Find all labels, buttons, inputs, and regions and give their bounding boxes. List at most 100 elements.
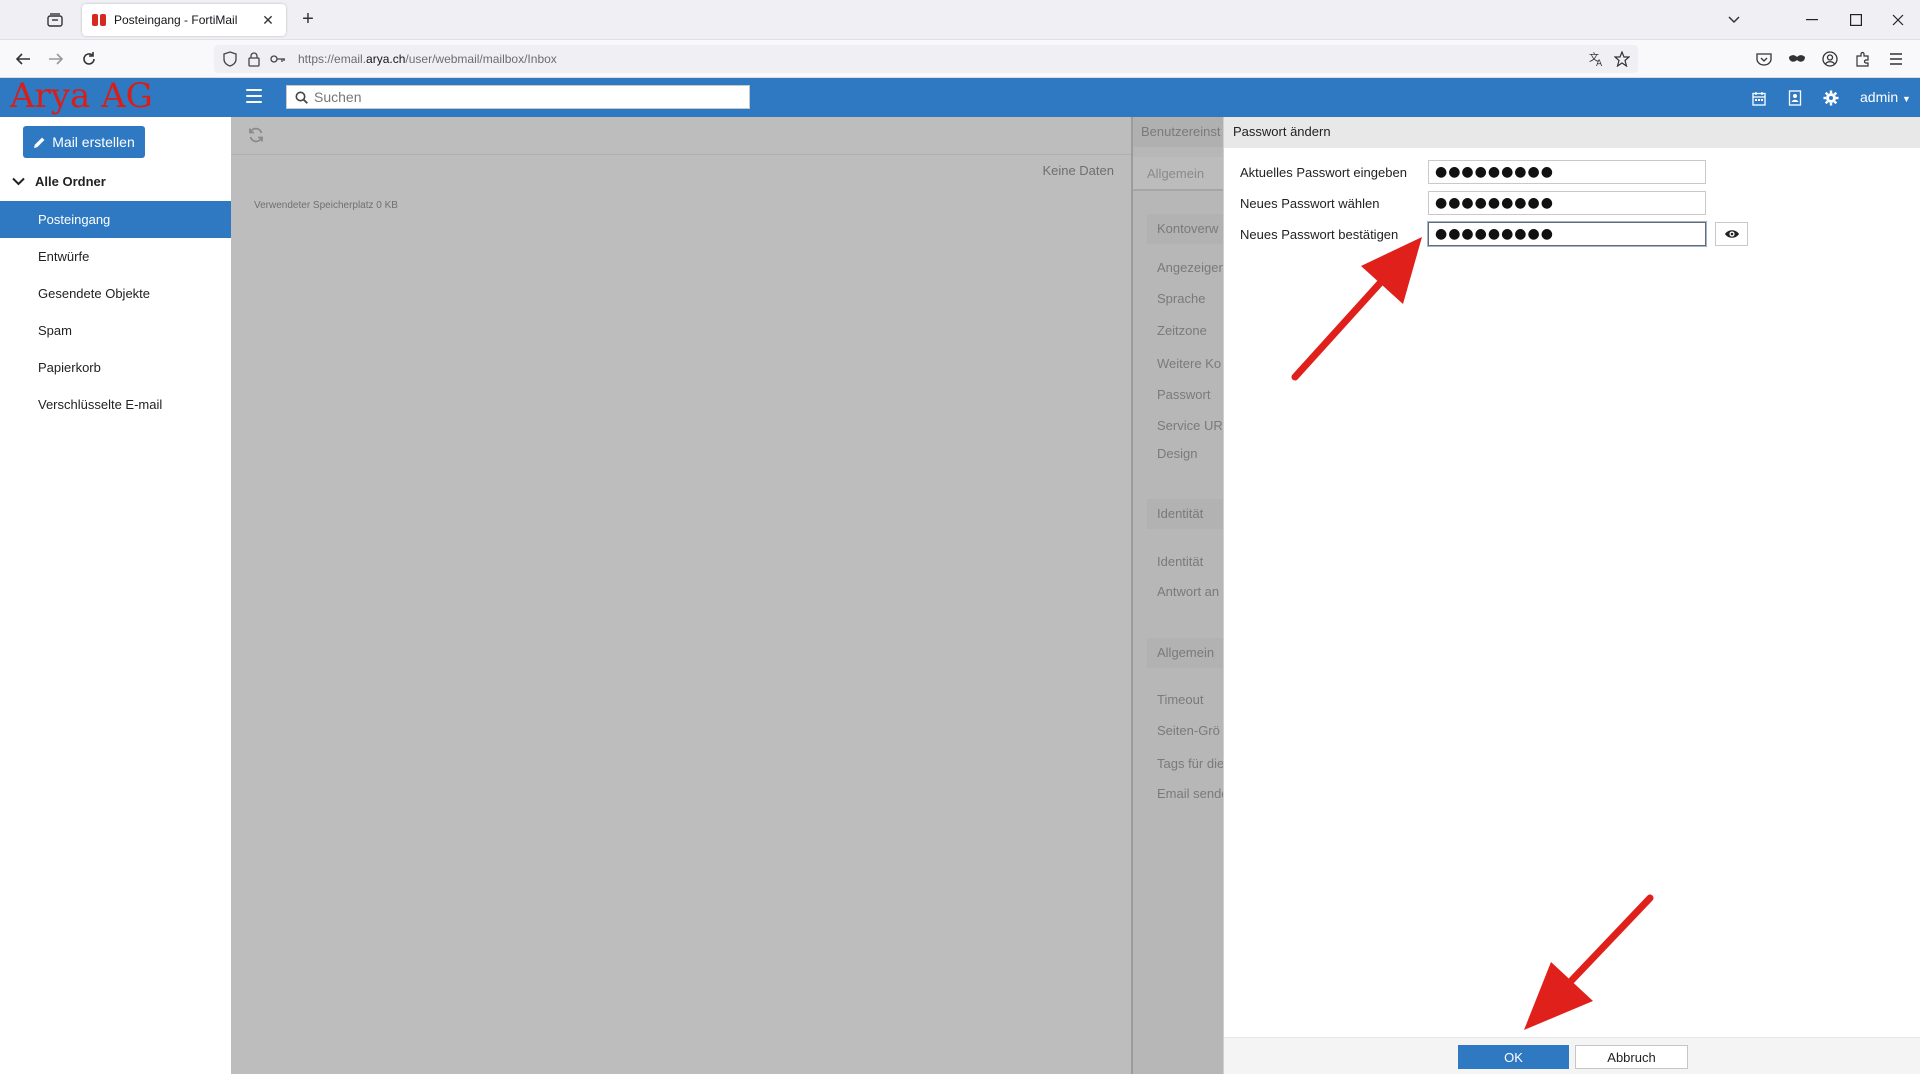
tab-close-icon[interactable]: ✕ [260, 12, 276, 29]
url-path: /user/webmail/mailbox/Inbox [405, 52, 557, 66]
user-settings-panel: Benutzereinst Allgemein Kontoverw Angeze… [1131, 117, 1223, 1074]
calendar-icon[interactable] [1750, 89, 1768, 107]
window-close-icon[interactable] [1878, 6, 1918, 34]
all-folders-toggle[interactable]: Alle Ordner [12, 174, 106, 189]
folder-label: Posteingang [38, 212, 111, 227]
confirm-password-row: Neues Passwort bestätigen ●●●●●●●●● [1224, 222, 1920, 248]
settings-item-email-send[interactable]: Email sende [1157, 786, 1223, 801]
settings-item-timeout[interactable]: Timeout [1157, 692, 1203, 707]
folder-label: Spam [38, 323, 72, 338]
show-password-toggle[interactable] [1715, 222, 1748, 246]
pocket-icon[interactable] [1753, 48, 1775, 70]
private-mask-icon[interactable] [1786, 48, 1808, 70]
search-icon [295, 91, 308, 104]
dialog-title: Passwort ändern [1224, 117, 1920, 148]
settings-item-page-size[interactable]: Seiten-Grö [1157, 723, 1220, 738]
search-input[interactable] [314, 89, 734, 105]
lock-icon[interactable] [246, 51, 262, 67]
confirm-password-label: Neues Passwort bestätigen [1240, 227, 1399, 242]
settings-item-reply-to[interactable]: Antwort an [1157, 584, 1219, 599]
tab-overflow-chevron-icon[interactable] [1714, 6, 1754, 34]
user-menu[interactable]: admin ▼ [1860, 89, 1911, 105]
mail-list-area: Keine Daten Verwendeter Speicherplatz 0 … [231, 117, 1131, 1074]
folder-inbox[interactable]: Posteingang [0, 201, 231, 238]
folder-label: Verschlüsselte E-mail [38, 397, 163, 412]
url-text[interactable]: https://email.arya.ch/user/webmail/mailb… [298, 52, 557, 66]
address-book-icon[interactable] [1786, 89, 1804, 107]
compose-mail-button[interactable]: Mail erstellen [23, 126, 145, 158]
change-password-dialog: Passwort ändern Aktuelles Passwort einge… [1223, 117, 1920, 1074]
new-password-row: Neues Passwort wählen ●●●●●●●●● [1224, 191, 1920, 217]
app-header: Arya AG admin ▼ [0, 76, 1920, 117]
extensions-puzzle-icon[interactable] [1852, 48, 1874, 70]
bookmark-star-icon[interactable] [1614, 51, 1630, 67]
settings-gear-icon[interactable] [1822, 89, 1840, 107]
minimize-icon[interactable] [1792, 6, 1832, 34]
settings-item-tags[interactable]: Tags für die [1157, 756, 1223, 771]
settings-panel-title: Benutzereinst [1133, 117, 1223, 147]
company-logo: Arya AG [10, 76, 153, 116]
tab-general[interactable]: Allgemein [1133, 157, 1223, 191]
svg-text:A: A [1596, 59, 1603, 67]
cancel-button[interactable]: Abbruch [1575, 1045, 1688, 1069]
url-bar[interactable]: https://email.arya.ch/user/webmail/mailb… [214, 45, 1638, 73]
url-host: arya.ch [366, 52, 406, 66]
settings-item-timezone[interactable]: Zeitzone [1157, 323, 1207, 338]
account-icon[interactable] [1819, 48, 1841, 70]
folder-trash[interactable]: Papierkorb [0, 349, 231, 386]
settings-item-design[interactable]: Design [1157, 446, 1197, 461]
no-data-text: Keine Daten [1042, 163, 1114, 178]
translate-icon[interactable]: 文A [1589, 51, 1605, 67]
settings-group-identity: Identität [1147, 499, 1223, 529]
settings-group-general: Allgemein [1147, 638, 1223, 668]
settings-group-account: Kontoverw [1147, 214, 1223, 244]
caret-down-icon: ▼ [1902, 94, 1911, 104]
folder-label: Gesendete Objekte [38, 286, 151, 301]
folder-spam[interactable]: Spam [0, 312, 231, 349]
reload-icon[interactable] [78, 48, 100, 70]
settings-item-display-name[interactable]: Angezeigen [1157, 260, 1223, 275]
tab-list-icon[interactable] [45, 11, 65, 29]
ok-button[interactable]: OK [1458, 1045, 1569, 1069]
new-password-label: Neues Passwort wählen [1240, 196, 1380, 211]
eye-icon [1724, 230, 1739, 238]
folder-label: Entwürfe [38, 249, 90, 264]
browser-navbar: https://email.arya.ch/user/webmail/mailb… [0, 40, 1920, 78]
storage-usage-text: Verwendeter Speicherplatz 0 KB [254, 200, 398, 211]
forward-arrow-icon[interactable] [45, 48, 67, 70]
all-folders-label: Alle Ordner [35, 174, 106, 189]
maximize-icon[interactable] [1836, 6, 1876, 34]
url-prefix: https://email. [298, 52, 367, 66]
current-password-field[interactable]: ●●●●●●●●● [1428, 160, 1706, 184]
back-arrow-icon[interactable] [12, 48, 34, 70]
compose-label: Mail erstellen [52, 134, 135, 150]
refresh-icon[interactable] [248, 127, 264, 143]
folder-encrypted[interactable]: Verschlüsselte E-mail [0, 386, 231, 423]
fortimail-favicon-icon [92, 14, 106, 26]
tab-title: Posteingang - FortiMail [114, 13, 238, 27]
dialog-footer: OK Abbruch [1224, 1037, 1920, 1074]
new-password-field[interactable]: ●●●●●●●●● [1428, 191, 1706, 215]
settings-item-service-url[interactable]: Service UR [1157, 418, 1223, 433]
folder-drafts[interactable]: Entwürfe [0, 238, 231, 275]
pencil-icon [34, 137, 45, 148]
folder-label: Papierkorb [38, 360, 101, 375]
folder-sent[interactable]: Gesendete Objekte [0, 275, 231, 312]
menu-toggle-icon[interactable] [246, 89, 262, 103]
user-name: admin [1860, 89, 1899, 105]
current-password-row: Aktuelles Passwort eingeben ●●●●●●●●● [1224, 160, 1920, 186]
browser-tab-active[interactable]: Posteingang - FortiMail ✕ [82, 4, 286, 36]
new-tab-button[interactable]: + [296, 8, 320, 31]
settings-item-identity[interactable]: Identität [1157, 554, 1203, 569]
confirm-password-field[interactable]: ●●●●●●●●● [1428, 222, 1706, 246]
key-icon[interactable] [270, 51, 286, 67]
settings-item-more-accounts[interactable]: Weitere Ko [1157, 356, 1221, 371]
search-box[interactable] [286, 85, 750, 109]
chevron-down-icon [12, 177, 25, 186]
browser-menu-icon[interactable] [1885, 48, 1907, 70]
current-password-label: Aktuelles Passwort eingeben [1240, 165, 1407, 180]
browser-tabbar: Posteingang - FortiMail ✕ + [0, 0, 1920, 40]
settings-item-password[interactable]: Passwort [1157, 387, 1210, 402]
settings-item-language[interactable]: Sprache [1157, 291, 1205, 306]
tracking-shield-icon[interactable] [222, 51, 238, 67]
